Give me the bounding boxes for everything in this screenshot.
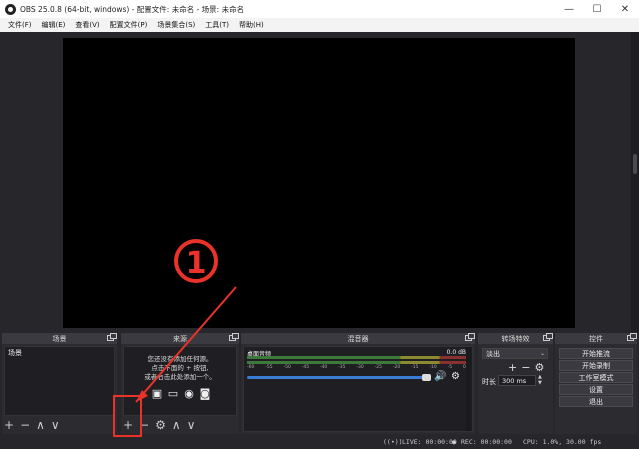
move-down-icon[interactable]: ∨ [187,418,196,432]
meter-ticks: -60 -55 -50 -45 -40 -35 -30 -25 -20 -15 -10 -5 0 [247,365,466,370]
gear-icon[interactable]: ⚙ [534,361,544,374]
menu-tools[interactable]: 工具(T) [205,20,229,30]
browser-source-icon: ◉ [184,386,194,400]
studio-mode-button[interactable]: 工作室模式 [559,372,633,383]
add-scene-button[interactable]: + [4,418,14,432]
audio-meter [247,356,466,359]
speaker-icon[interactable]: 🔊 [434,371,446,382]
sources-list[interactable]: 您还没有添加任何源。 点击下面的 + 按钮, 或者右击此处添加一个。 ▣ ▭ ◉… [123,346,237,416]
list-item[interactable]: 场景 [5,347,114,359]
transitions-title: 转场特效 [501,334,530,343]
menu-help[interactable]: 帮助(H) [239,20,264,30]
empty-hint-line: 或者右击此处添加一个。 [144,373,216,381]
menu-profile[interactable]: 配置文件(P) [110,20,148,30]
sources-dock: 来源 您还没有添加任何源。 点击下面的 + 按钮, 或者右击此处添加一个。 ▣ … [121,333,239,434]
mixer-dock: 混音器 桌面音频 0.0 dB -60 -55 -50 -45 -40 -35 -30 -25… [241,333,475,434]
start-streaming-button[interactable]: 开始推流 [559,348,633,359]
scenes-dock: 场景 场景 + − ∧ ∨ [2,333,117,434]
window-title: OBS 25.0.8 (64-bit, windows) - 配置文件: 未命名… [20,4,245,14]
empty-hint-line: 您还没有添加任何源。 [147,355,213,363]
float-dock-icon[interactable] [543,333,553,341]
gear-icon[interactable]: ⚙ [155,418,166,432]
main-area: 场景 场景 + − ∧ ∨ 来源 您还没有添加任何源。 点击下面的 + 按钮, … [0,32,639,449]
camera-icon: ◙ [199,386,211,400]
float-dock-icon[interactable] [229,333,239,341]
move-up-icon[interactable]: ∧ [36,418,45,432]
rec-indicator-icon: ● [452,438,456,446]
rec-timer: REC: 00:00:00 [461,438,512,446]
float-dock-icon[interactable] [627,333,637,341]
live-timer: LIVE: 00:00:00 [402,438,457,446]
move-up-icon[interactable]: ∧ [172,418,181,432]
start-recording-button[interactable]: 开始录制 [559,360,633,371]
status-bar: ((•)) LIVE: 00:00:00 ● REC: 00:00:00 CPU… [0,435,639,449]
menu-edit[interactable]: 编辑(E) [42,20,66,30]
settings-button[interactable]: 设置 [559,384,633,395]
remove-source-button[interactable]: − [139,418,149,432]
add-source-button[interactable]: + [123,418,133,432]
add-transition-button[interactable]: + [508,361,517,374]
duration-label: 时长 [482,378,496,386]
live-indicator-icon: ((•)) [383,438,403,446]
mixer-scrollbar[interactable] [466,347,471,431]
remove-scene-button[interactable]: − [20,418,30,432]
maximize-button[interactable]: ☐ [583,0,611,18]
empty-hint-line: 点击下面的 + 按钮, [151,364,209,372]
move-down-icon[interactable]: ∨ [51,418,60,432]
title-bar: OBS 25.0.8 (64-bit, windows) - 配置文件: 未命名… [0,0,639,18]
menu-view[interactable]: 查看(V) [75,20,99,30]
menu-scene-collection[interactable]: 场景集合(S) [157,20,195,30]
float-dock-icon[interactable] [465,333,475,341]
controls-title: 控件 [589,334,603,343]
exit-button[interactable]: 退出 [559,396,633,407]
duration-input[interactable]: 300 ms [498,375,536,386]
mixer-panel: 桌面音频 0.0 dB -60 -55 -50 -45 -40 -35 -30 -25 -20-… [243,346,473,432]
transition-select[interactable]: 淡出 ⌄ [482,348,548,359]
cpu-fps-readout: CPU: 1.0%, 30.00 fps [523,438,602,446]
close-button[interactable]: ✕ [611,0,639,18]
controls-dock: 控件 开始推流 开始录制 工作室模式 设置 退出 [555,333,637,434]
menu-file[interactable]: 文件(F) [8,20,32,30]
float-dock-icon[interactable] [107,333,117,341]
mixer-title: 混音器 [347,334,369,343]
display-capture-icon: ▭ [167,386,179,400]
gear-icon[interactable]: ⚙ [451,371,460,382]
db-readout: 0.0 dB [446,349,466,356]
volume-slider[interactable] [247,376,427,379]
volume-slider-handle[interactable] [422,374,431,381]
obs-logo-icon [5,3,16,15]
preview-scrollbar[interactable] [631,32,639,332]
scenes-list[interactable]: 场景 [4,346,115,416]
sources-title: 来源 [173,334,187,343]
scenes-title: 场景 [52,334,67,343]
transitions-dock: 转场特效 淡出 ⌄ + − ⚙ 时长 300 ms ▲ ▼ [478,333,553,434]
duration-spinner[interactable]: ▲ ▼ [538,374,542,386]
image-source-icon: ▣ [151,386,163,400]
remove-transition-button[interactable]: − [521,361,530,374]
chevron-down-icon: ⌄ [539,350,545,357]
minimize-button[interactable]: — [555,0,583,18]
audio-meter [247,361,466,364]
menu-bar: 文件(F) 编辑(E) 查看(V) 配置文件(P) 场景集合(S) 工具(T) … [0,18,639,32]
preview-canvas[interactable] [63,38,575,328]
